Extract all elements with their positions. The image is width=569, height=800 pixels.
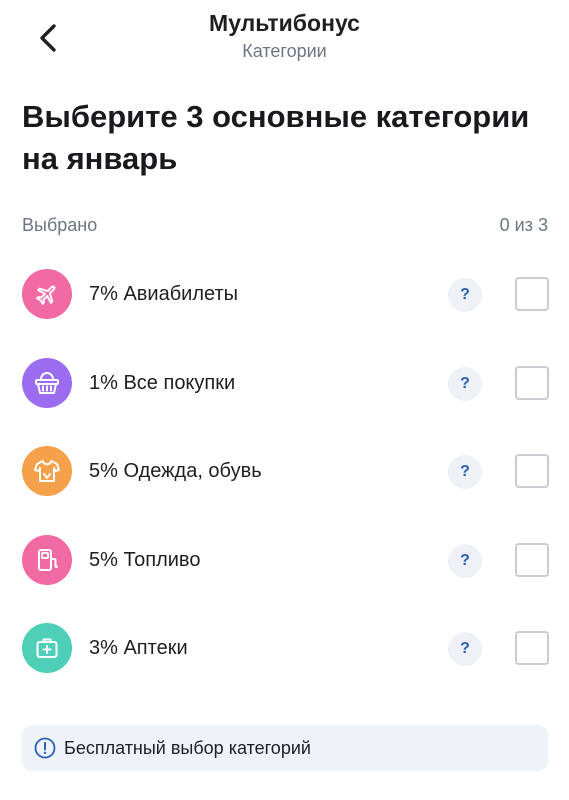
info-icon bbox=[34, 737, 56, 759]
fuel-icon bbox=[22, 534, 72, 585]
free-choice-banner[interactable]: Бесплатный выбор категорий bbox=[22, 725, 548, 771]
medkit-icon bbox=[22, 623, 72, 673]
category-checkbox[interactable] bbox=[515, 631, 549, 665]
basket-icon bbox=[22, 357, 72, 408]
category-item-all-purchases[interactable]: 1% Все покупки ? bbox=[0, 339, 569, 428]
header-subtitle: Категории bbox=[242, 41, 327, 61]
category-item-clothing[interactable]: 5% Одежда, обувь ? bbox=[0, 427, 569, 516]
tshirt-icon bbox=[22, 446, 72, 496]
category-label: 3% Аптеки bbox=[89, 637, 188, 659]
category-checkbox[interactable] bbox=[515, 542, 549, 577]
help-button[interactable]: ? bbox=[448, 278, 482, 312]
category-label: 7% Авиабилеты bbox=[89, 283, 239, 305]
header: Мультибонус Категории bbox=[0, 0, 569, 80]
help-button[interactable]: ? bbox=[448, 455, 482, 489]
header-title: Мультибонус bbox=[209, 10, 360, 36]
category-item-pharmacy[interactable]: 3% Аптеки ? bbox=[0, 604, 569, 693]
category-item-flights[interactable]: 7% Авиабилеты ? bbox=[0, 250, 569, 339]
category-label: 5% Топливо bbox=[89, 548, 201, 571]
help-button[interactable]: ? bbox=[448, 366, 482, 401]
airplane-icon bbox=[22, 269, 72, 319]
help-button[interactable]: ? bbox=[448, 632, 482, 666]
category-checkbox[interactable] bbox=[515, 277, 549, 311]
category-list: 7% Авиабилеты ? 1% Все покупки ? 5% Одеж… bbox=[0, 250, 569, 693]
page-title: Выберите 3 основные категории на январь bbox=[22, 99, 530, 176]
category-label: 1% Все покупки bbox=[89, 371, 236, 394]
selection-summary: Выбрано 0 из 3 bbox=[22, 213, 548, 237]
category-checkbox[interactable] bbox=[515, 365, 549, 400]
category-label: 5% Одежда, обувь bbox=[89, 460, 262, 482]
help-button[interactable]: ? bbox=[448, 543, 482, 578]
multibonus-categories-screen: Мультибонус Категории Выберите 3 основны… bbox=[0, 0, 569, 800]
banner-text: Бесплатный выбор категорий bbox=[64, 737, 311, 758]
selected-count: 0 из 3 bbox=[499, 215, 548, 235]
category-checkbox[interactable] bbox=[515, 454, 549, 488]
category-item-fuel[interactable]: 5% Топливо ? bbox=[0, 516, 569, 605]
selected-label: Выбрано bbox=[22, 215, 98, 235]
